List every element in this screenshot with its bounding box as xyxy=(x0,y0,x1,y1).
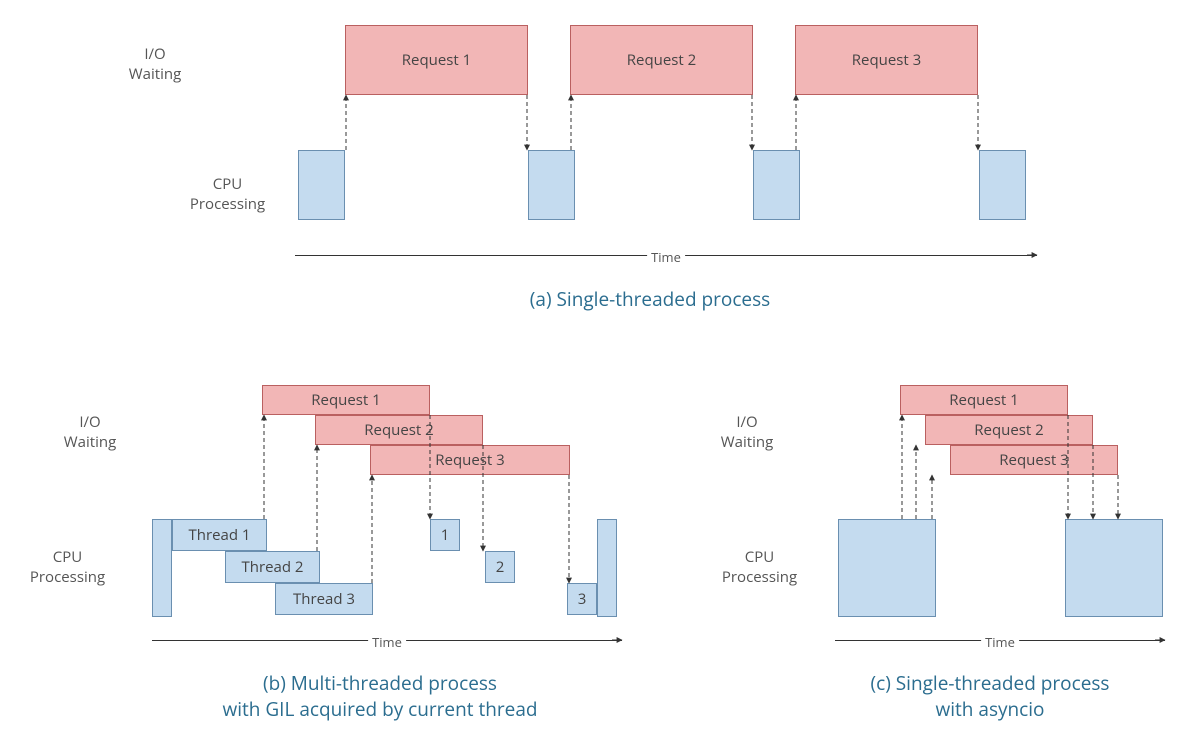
b-request-2: Request 2 xyxy=(315,415,483,445)
c-request-1: Request 1 xyxy=(900,385,1068,415)
b-return-3: 3 xyxy=(567,583,597,615)
b-io-label: I/O Waiting xyxy=(55,413,125,452)
b-thread-1-label: Thread 1 xyxy=(189,525,251,545)
a-cpu-label: CPU Processing xyxy=(180,175,275,214)
c-cpu-0 xyxy=(838,519,936,617)
c-time-axis: Time xyxy=(835,640,1165,641)
b-thread-3: Thread 3 xyxy=(275,583,373,615)
c-request-1-label: Request 1 xyxy=(949,390,1018,410)
a-request-2-label: Request 2 xyxy=(627,50,696,70)
a-cpu-1 xyxy=(528,150,575,220)
a-cpu-3 xyxy=(979,150,1026,220)
a-request-1-label: Request 1 xyxy=(402,50,471,70)
b-cpu-start xyxy=(152,519,172,617)
c-request-2-label: Request 2 xyxy=(974,420,1043,440)
c-io-label: I/O Waiting xyxy=(712,413,782,452)
b-return-1: 1 xyxy=(430,519,460,551)
c-request-3-label: Request 3 xyxy=(999,450,1068,470)
b-caption-2: with GIL acquired by current thread xyxy=(170,696,590,722)
b-return-2-label: 2 xyxy=(496,557,505,577)
b-request-3: Request 3 xyxy=(370,445,570,475)
a-caption: (a) Single-threaded process xyxy=(470,286,830,312)
a-request-2: Request 2 xyxy=(570,25,753,95)
b-cpu-end xyxy=(597,519,617,617)
a-cpu-0 xyxy=(298,150,345,220)
c-cpu-label: CPU Processing xyxy=(712,548,807,587)
b-time-axis: Time xyxy=(152,640,622,641)
c-caption-2: with asyncio xyxy=(810,696,1170,722)
c-time-label: Time xyxy=(981,633,1019,651)
a-request-1: Request 1 xyxy=(345,25,528,95)
a-time-label: Time xyxy=(647,248,685,266)
b-return-3-label: 3 xyxy=(578,589,587,609)
a-io-label: I/O Waiting xyxy=(120,45,190,84)
b-return-2: 2 xyxy=(485,551,515,583)
b-request-1-label: Request 1 xyxy=(311,390,380,410)
b-thread-2-label: Thread 2 xyxy=(242,557,304,577)
b-request-3-label: Request 3 xyxy=(435,450,504,470)
a-request-3-label: Request 3 xyxy=(852,50,921,70)
a-time-axis: Time xyxy=(295,255,1037,256)
threading-diagram: I/O Waiting CPU Processing Request 1 Req… xyxy=(0,0,1198,752)
b-time-label: Time xyxy=(368,633,406,651)
b-return-1-label: 1 xyxy=(441,525,450,545)
b-thread-3-label: Thread 3 xyxy=(293,589,355,609)
b-thread-2: Thread 2 xyxy=(225,551,320,583)
b-request-2-label: Request 2 xyxy=(364,420,433,440)
b-thread-1: Thread 1 xyxy=(172,519,267,551)
b-request-1: Request 1 xyxy=(262,385,430,415)
b-caption-1: (b) Multi-threaded process xyxy=(170,670,590,696)
c-request-2: Request 2 xyxy=(925,415,1093,445)
c-caption-1: (c) Single-threaded process xyxy=(810,670,1170,696)
c-cpu-1 xyxy=(1065,519,1163,617)
a-cpu-2 xyxy=(753,150,800,220)
a-request-3: Request 3 xyxy=(795,25,978,95)
b-cpu-label: CPU Processing xyxy=(20,548,115,587)
c-request-3: Request 3 xyxy=(950,445,1118,475)
